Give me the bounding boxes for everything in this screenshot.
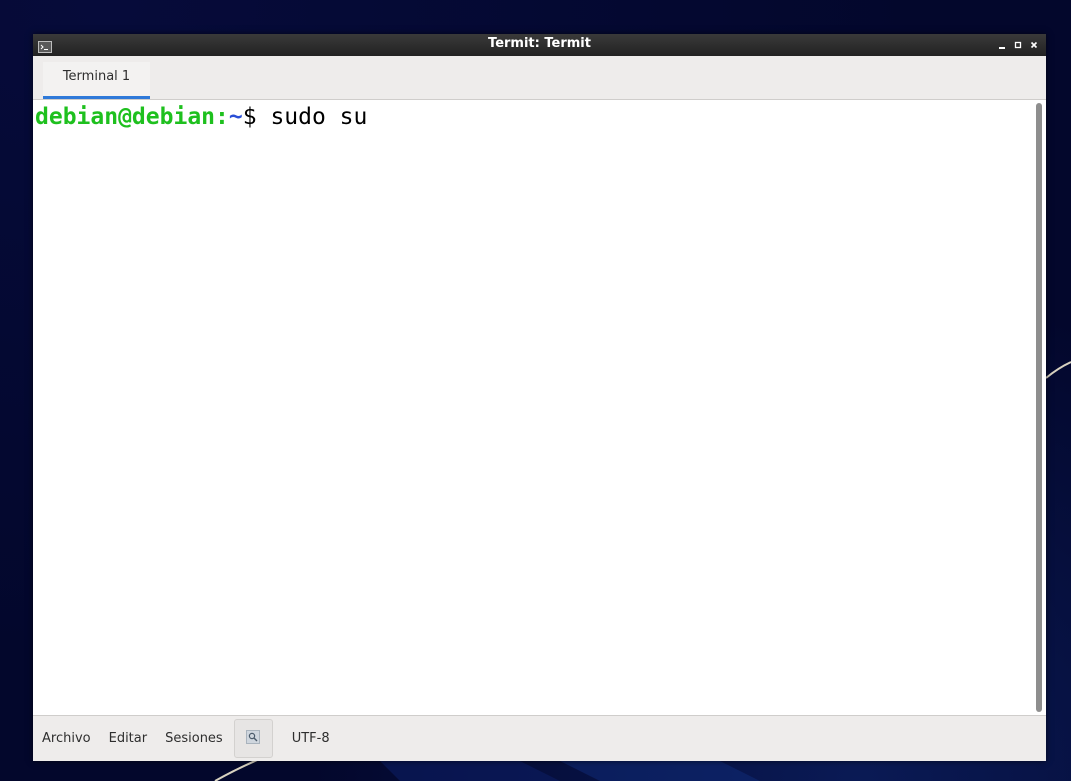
title-bar[interactable]: Termit: Termit xyxy=(33,34,1046,56)
prompt-symbol: $ xyxy=(242,104,271,130)
tab-bar: Terminal 1 xyxy=(33,56,1046,100)
typed-command: sudo su xyxy=(270,104,368,130)
window-title: Termit: Termit xyxy=(488,36,591,51)
minimize-icon[interactable] xyxy=(996,38,1008,52)
vertical-scrollbar[interactable] xyxy=(1034,102,1044,713)
menu-editar[interactable]: Editar xyxy=(109,731,148,746)
prompt-path: ~ xyxy=(228,104,243,130)
terminal-line: debian@debian:~$ sudo su xyxy=(35,102,367,132)
maximize-icon[interactable] xyxy=(1012,38,1024,52)
prompt-user: debian@debian xyxy=(35,104,216,130)
scrollbar-thumb[interactable] xyxy=(1036,103,1042,712)
termit-window: Termit: Termit Terminal 1 debian@debian:… xyxy=(33,34,1046,761)
search-button[interactable] xyxy=(233,719,273,758)
prompt-colon: : xyxy=(215,104,229,130)
window-controls xyxy=(996,37,1040,53)
status-bar: Archivo Editar Sesiones UTF-8 xyxy=(33,716,1046,761)
encoding-label[interactable]: UTF-8 xyxy=(292,731,330,746)
menu-sesiones[interactable]: Sesiones xyxy=(165,731,223,746)
tab-terminal-1[interactable]: Terminal 1 xyxy=(43,62,150,99)
menu-archivo[interactable]: Archivo xyxy=(42,731,91,746)
search-icon xyxy=(246,729,261,748)
close-icon[interactable] xyxy=(1028,38,1040,52)
terminal-output[interactable]: debian@debian:~$ sudo su xyxy=(33,100,1046,716)
